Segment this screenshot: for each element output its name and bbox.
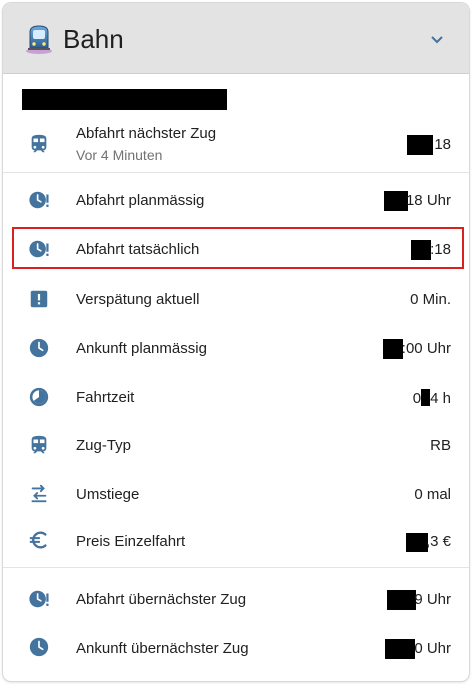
chevron-down-icon[interactable] (429, 33, 445, 47)
redacted-value (383, 339, 403, 359)
train-icon (31, 134, 47, 153)
row-transfers[interactable]: Umstiege 0 mal (3, 470, 469, 516)
row-value: 0 mal (414, 486, 451, 503)
row-label: Ankunft übernächster Zug (76, 640, 249, 657)
redacted-value (406, 533, 428, 552)
clock-icon (29, 338, 49, 358)
row-label: Preis Einzelfahrt (76, 533, 186, 550)
row-value: 0 Uhr (414, 640, 451, 657)
row-secondary: Vor 4 Minuten (76, 147, 163, 163)
row-value: :00 Uhr (401, 340, 451, 357)
euro-icon (29, 531, 47, 549)
alert-box-icon (30, 290, 48, 308)
clock-time-icon (29, 387, 49, 407)
row-label: Abfahrt nächster Zug (76, 125, 217, 142)
redacted-value (385, 639, 415, 659)
row-label: Verspätung aktuell (76, 291, 200, 308)
row-value: 18 (434, 136, 451, 153)
row-label: Zug-Typ (76, 437, 132, 454)
card-title: Bahn (63, 24, 124, 54)
row-value: 0 4 h (413, 389, 451, 407)
redacted-value (387, 590, 416, 610)
card-header[interactable]: Bahn (3, 3, 469, 74)
redacted-value (384, 191, 408, 211)
clock-alert-icon (29, 590, 49, 608)
clock-alert-icon (29, 191, 49, 209)
bahn-card: Bahn Abfahrt nächster Zug Vor 4 Minuten … (3, 3, 469, 681)
divider (3, 172, 469, 173)
row-departure-planned[interactable]: Abfahrt planmässig 18 Uhr (3, 177, 469, 223)
row-value: ,3 € (425, 533, 451, 550)
clock-icon (29, 637, 49, 657)
redacted-heading (22, 89, 227, 110)
row-label: Ankunft planmässig (76, 340, 207, 357)
row-value: 0 Min. (410, 291, 451, 308)
row-value-suffix: 4 h (430, 390, 451, 407)
row-next-departure[interactable]: Abfahrt nächster Zug Vor 4 Minuten 18 (3, 115, 469, 171)
highlight-box (12, 227, 464, 269)
redacted-digit (421, 389, 431, 406)
row-label: Abfahrt übernächster Zug (76, 591, 247, 608)
row-value: 9 Uhr (414, 591, 451, 608)
row-value: RB (430, 437, 451, 454)
row-travel-time[interactable]: Fahrtzeit 0 4 h (3, 373, 469, 419)
row-arrival-planned[interactable]: Ankunft planmässig :00 Uhr (3, 324, 469, 370)
row-next-next-departure[interactable]: Abfahrt übernächster Zug 9 Uhr (3, 575, 469, 621)
divider (3, 567, 469, 568)
redacted-value (407, 135, 433, 155)
row-next-next-arrival[interactable]: Ankunft übernächster Zug 0 Uhr (3, 623, 469, 669)
row-value: 18 Uhr (405, 192, 451, 209)
train-icon (31, 435, 47, 454)
train-logo-icon (26, 25, 52, 54)
row-label: Fahrtzeit (76, 389, 135, 406)
swap-icon (31, 484, 47, 503)
row-price[interactable]: Preis Einzelfahrt ,3 € (3, 517, 469, 563)
row-label: Abfahrt planmässig (76, 192, 205, 209)
row-label: Umstiege (76, 486, 140, 503)
row-delay[interactable]: Verspätung aktuell 0 Min. (3, 275, 469, 321)
row-value-hours: 0 (412, 390, 422, 407)
row-train-type[interactable]: Zug-Typ RB (3, 422, 469, 468)
